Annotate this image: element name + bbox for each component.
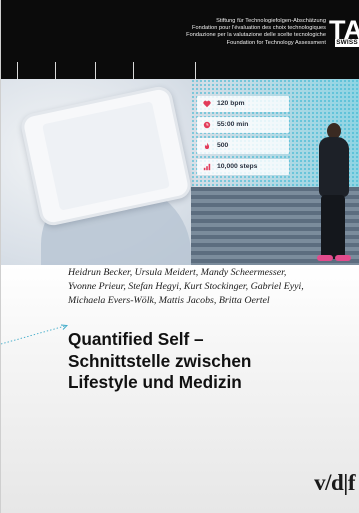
publisher-logo: v/d|f bbox=[314, 470, 355, 495]
org-line-en: Foundation for Technology Assessment bbox=[226, 39, 326, 46]
header-tab-marks bbox=[1, 62, 359, 79]
clock-icon bbox=[203, 121, 211, 129]
runner-torso bbox=[319, 137, 349, 197]
runner-shoe bbox=[335, 255, 351, 261]
book-cover: Stiftung für Technologiefolgen-Abschätzu… bbox=[0, 0, 359, 513]
author-line: Michaela Evers-Wölk, Mattis Jacobs, Brit… bbox=[68, 295, 270, 306]
stat-row-duration: 55:00 min bbox=[197, 117, 289, 133]
title-line: Quantified Self – bbox=[68, 329, 204, 349]
cover-photo: 120 bpm 55:00 min 500 10,000 steps bbox=[1, 79, 359, 265]
tab-mark bbox=[17, 62, 18, 79]
heart-icon bbox=[203, 100, 211, 108]
flame-icon bbox=[204, 142, 210, 150]
author-line: Yvonne Prieur, Stefan Hegyi, Kurt Stocki… bbox=[68, 281, 304, 292]
tab-mark bbox=[55, 62, 56, 79]
smartphone-screen bbox=[42, 101, 170, 211]
logo-swiss-badge: SWISS bbox=[335, 39, 359, 47]
runner-legs bbox=[321, 195, 345, 259]
steps-icon bbox=[203, 163, 211, 171]
tab-mark bbox=[133, 62, 134, 79]
title-line: Schnittstelle zwischen bbox=[68, 350, 252, 371]
tab-mark bbox=[95, 62, 96, 79]
cover-header: Stiftung für Technologiefolgen-Abschätzu… bbox=[1, 0, 359, 79]
runner-figure bbox=[301, 119, 359, 265]
stat-row-calories: 500 bbox=[197, 138, 289, 154]
org-line-fr: Fondation pour l'évaluation des choix te… bbox=[192, 25, 326, 32]
org-line-de: Stiftung für Technologiefolgen-Abschätzu… bbox=[216, 18, 326, 24]
ta-swiss-logo: TA SWISS bbox=[328, 17, 359, 49]
dotted-line-decoration bbox=[1, 324, 69, 345]
runner-shoe bbox=[317, 255, 333, 261]
organization-names: Stiftung für Technologiefolgen-Abschätzu… bbox=[186, 18, 326, 47]
stat-steps: 10,000 steps bbox=[217, 163, 258, 170]
author-list: Heidrun Becker, Ursula Meidert, Mandy Sc… bbox=[68, 266, 359, 308]
book-title: Quantified Self – Schnittstelle zwischen… bbox=[68, 329, 359, 394]
org-line-it: Fondazione per la valutazione delle scel… bbox=[186, 32, 326, 39]
stat-heart-rate: 120 bpm bbox=[217, 100, 245, 107]
author-line: Heidrun Becker, Ursula Meidert, Mandy Sc… bbox=[68, 267, 287, 278]
tab-mark bbox=[195, 62, 196, 79]
stat-calories: 500 bbox=[217, 142, 229, 149]
stat-duration: 55:00 min bbox=[217, 121, 249, 128]
stat-row-heart-rate: 120 bpm bbox=[197, 96, 289, 112]
title-line: Lifestyle und Medizin bbox=[68, 372, 242, 392]
stat-row-steps: 10,000 steps bbox=[197, 159, 289, 175]
fitness-stats-panel: 120 bpm 55:00 min 500 10,000 steps bbox=[197, 96, 292, 179]
